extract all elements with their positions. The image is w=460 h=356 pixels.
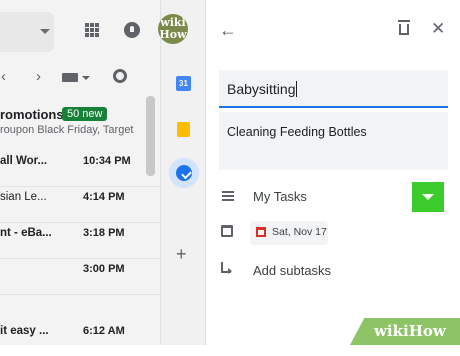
gear-icon[interactable] (113, 69, 127, 83)
due-date-chip[interactable]: Sat, Nov 17 (250, 221, 328, 245)
back-arrow-icon[interactable]: ← (219, 20, 237, 41)
promotions-senders: roupon Black Friday, Target (0, 124, 134, 136)
calendar-icon (221, 225, 233, 237)
email-row[interactable]: it easy ... 6:12 AM (0, 320, 160, 356)
task-list-name[interactable]: My Tasks (253, 189, 307, 204)
email-time: 4:14 PM (83, 191, 125, 203)
email-time: 3:00 PM (83, 263, 125, 275)
search-options-dropdown[interactable] (0, 12, 54, 52)
email-row[interactable]: all Wor... 10:34 PM (0, 150, 160, 187)
calendar-icon (256, 227, 266, 237)
notifications-icon[interactable] (124, 22, 140, 38)
email-sender: all Wor... (0, 155, 48, 167)
task-details-panel: ← ✕ Babysitting Cleaning Feeding Bottles… (205, 0, 460, 345)
email-row[interactable]: 3:00 PM (0, 258, 160, 295)
watermark-how: How (408, 322, 446, 340)
task-details-input[interactable]: Cleaning Feeding Bottles (219, 112, 448, 170)
inbox-scrollbar[interactable] (146, 96, 155, 176)
apps-grid-icon[interactable] (85, 23, 99, 37)
inbox-toolbar: ‹ › (0, 68, 160, 88)
chevron-down-icon[interactable] (82, 76, 90, 80)
chevron-down-icon (40, 29, 50, 34)
email-sender: nt - eBa... (0, 227, 52, 239)
task-title-value: Babysitting (227, 81, 296, 97)
email-time: 6:12 AM (83, 325, 125, 337)
promotions-title[interactable]: romotions (0, 107, 64, 122)
watermark-wiki: wiki (374, 322, 409, 340)
chevron-down-icon (422, 194, 434, 200)
trash-icon[interactable] (398, 20, 410, 35)
email-sender: it easy ... (0, 325, 49, 337)
keyboard-icon[interactable] (62, 73, 78, 82)
wikihow-watermark: wikiHow (350, 318, 460, 345)
task-details-value: Cleaning Feeding Bottles (227, 125, 367, 139)
gmail-inbox-pane: ‹ › romotions 50 new roupon Black Friday… (0, 0, 160, 345)
email-row[interactable]: nt - eBa... 3:18 PM (0, 222, 160, 259)
calendar-addon-icon[interactable]: 31 (176, 76, 191, 91)
task-title-input[interactable]: Babysitting (219, 70, 448, 108)
chevron-left-icon[interactable]: ‹ (1, 68, 6, 85)
email-sender: sian Le... (0, 191, 47, 203)
add-addon-icon[interactable]: + (176, 244, 187, 265)
email-row[interactable]: sian Le... 4:14 PM (0, 186, 160, 223)
email-time: 3:18 PM (83, 227, 125, 239)
new-count-badge: 50 new (62, 107, 108, 121)
task-list-dropdown-button[interactable] (412, 182, 444, 212)
list-icon (222, 191, 234, 201)
add-subtasks-button[interactable]: Add subtasks (253, 263, 331, 278)
chevron-right-icon[interactable]: › (36, 68, 41, 85)
close-icon[interactable]: ✕ (431, 19, 445, 39)
subtask-arrow-icon (228, 268, 232, 274)
keep-addon-icon[interactable] (177, 122, 190, 137)
email-time: 10:34 PM (83, 155, 131, 167)
tasks-addon-icon[interactable] (169, 158, 199, 188)
side-panel-addons: 31 + (160, 0, 206, 345)
due-date-text: Sat, Nov 17 (272, 226, 327, 238)
avatar[interactable]: wiki How (158, 14, 188, 44)
